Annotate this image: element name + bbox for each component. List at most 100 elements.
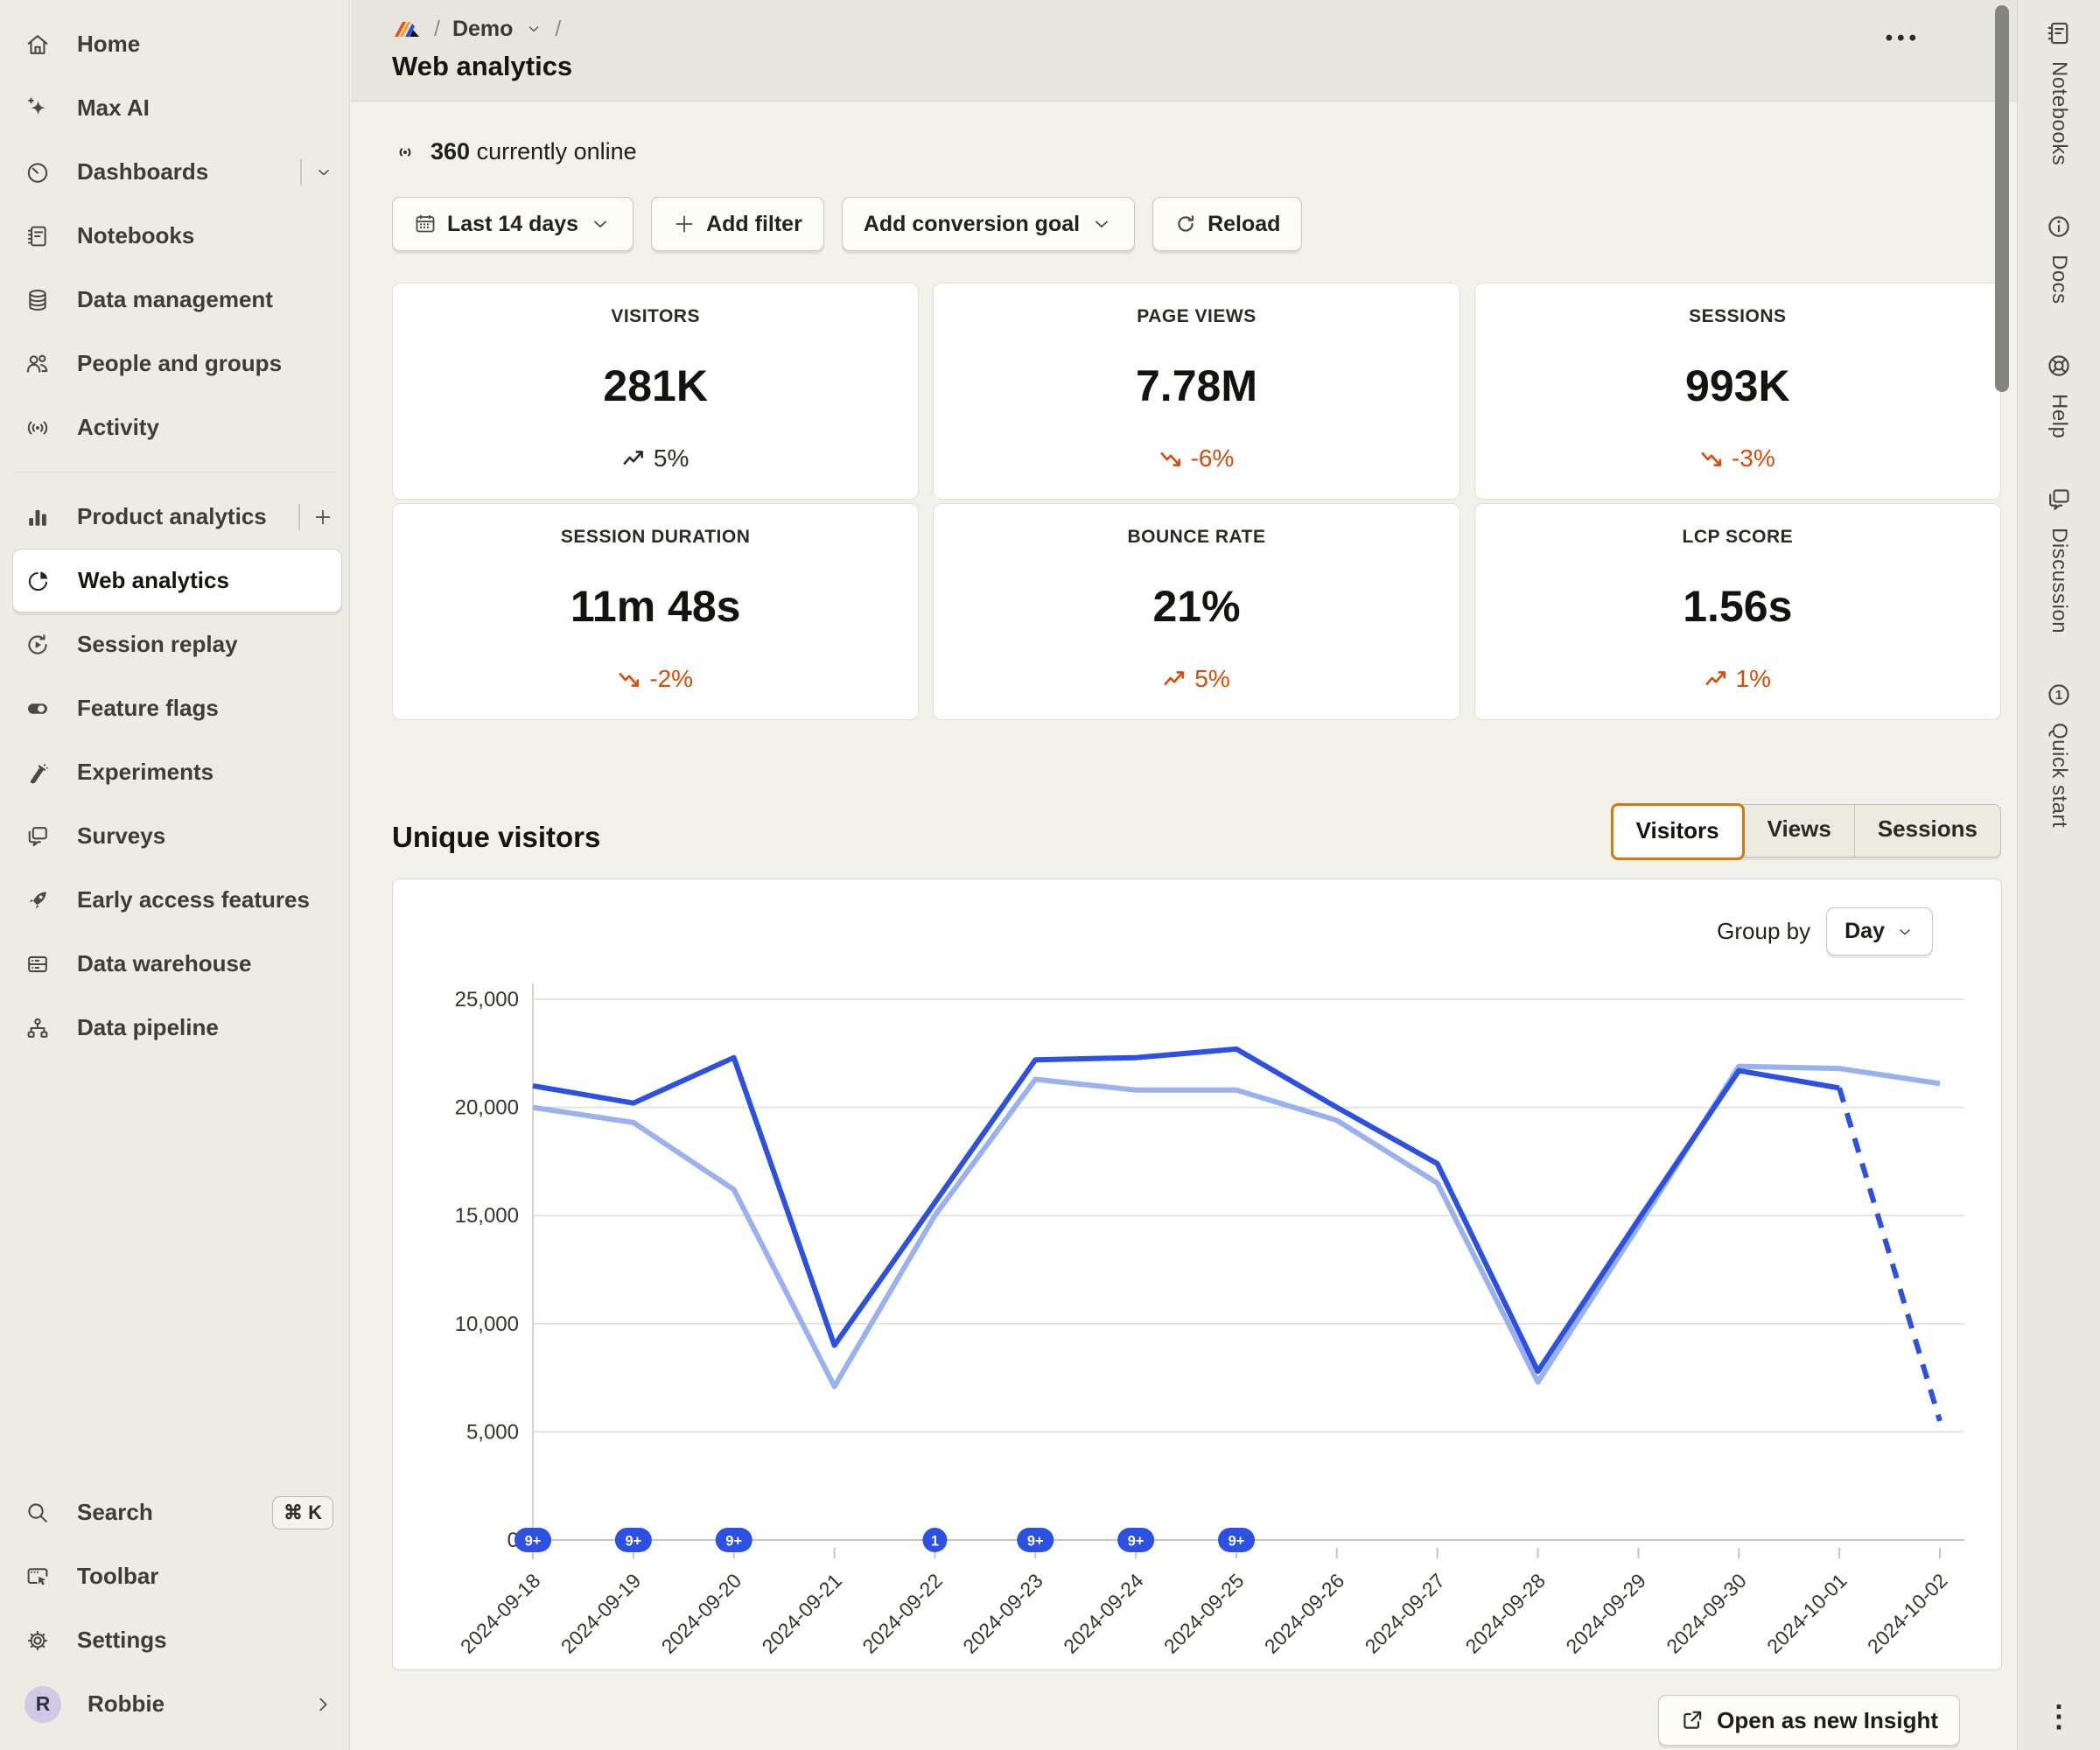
add-conversion-goal-button[interactable]: Add conversion goal — [842, 197, 1135, 251]
tab-sessions[interactable]: Sessions — [1855, 805, 2000, 857]
svg-text:2024-09-18: 2024-09-18 — [456, 1569, 545, 1658]
add-filter-button[interactable]: Add filter — [651, 197, 824, 251]
tile-value: 281K — [603, 360, 708, 411]
breadcrumb-project[interactable]: Demo — [452, 17, 513, 42]
svg-text:2024-09-29: 2024-09-29 — [1561, 1569, 1650, 1658]
scrollbar[interactable] — [1995, 5, 2009, 392]
online-label: currently online — [477, 138, 637, 164]
sidebar-item-label: Toolbar — [77, 1563, 158, 1590]
sidebar-item-dashboards[interactable]: Dashboards — [12, 140, 342, 204]
trend-down-icon — [1159, 449, 1182, 468]
date-range-button[interactable]: Last 14 days — [392, 197, 634, 251]
svg-text:5,000: 5,000 — [466, 1420, 519, 1444]
tile-sessions[interactable]: SESSIONS 993K -3% — [1474, 283, 2001, 500]
sidebar-item-toolbar[interactable]: Toolbar — [12, 1544, 342, 1608]
unique-visitors-chart[interactable]: 05,00010,00015,00020,00025,0002024-09-18… — [393, 879, 2001, 1670]
live-icon — [392, 139, 418, 165]
sidebar-item-label: Data management — [77, 286, 273, 313]
chevron-down-icon — [314, 163, 333, 182]
sidebar-item-early-access[interactable]: Early access features — [12, 868, 342, 932]
sidebar-item-people-and-groups[interactable]: People and groups — [12, 332, 342, 396]
svg-text:15,000: 15,000 — [455, 1204, 519, 1228]
right-rail: Notebooks Docs Help Discussion 1 Quick s… — [2017, 0, 2100, 1750]
annotation-badge: 1 — [922, 1528, 947, 1552]
trend-down-icon — [618, 669, 640, 689]
svg-text:2024-09-22: 2024-09-22 — [858, 1569, 947, 1658]
sidebar-item-session-replay[interactable]: Session replay — [12, 612, 342, 676]
sidebar-item-notebooks[interactable]: Notebooks — [12, 204, 342, 268]
svg-text:2024-09-28: 2024-09-28 — [1461, 1569, 1550, 1658]
tile-value: 21% — [1152, 581, 1240, 632]
group-by-label: Group by — [1717, 918, 1810, 945]
plus-icon — [312, 507, 333, 528]
sidebar-item-label: Product analytics — [77, 503, 267, 530]
tile-delta: -6% — [1159, 444, 1235, 472]
tile-value: 993K — [1685, 360, 1790, 411]
calendar-icon — [414, 213, 437, 235]
sidebar: Home Max AI Dashboards Notebooks Data ma… — [0, 0, 350, 1750]
annotation-badge: 9+ — [1218, 1528, 1255, 1552]
top-bar: / Demo / Web analytics ••• — [351, 0, 2017, 102]
tile-bounce-rate[interactable]: BOUNCE RATE 21% 5% — [933, 503, 1460, 720]
tile-delta: 5% — [1163, 665, 1229, 693]
online-count: 360 — [430, 138, 470, 164]
svg-text:2024-09-19: 2024-09-19 — [556, 1569, 646, 1658]
annotation-badge: 9+ — [1017, 1528, 1054, 1552]
section-title: Unique visitors — [392, 821, 600, 858]
rail-item-label: Help — [2047, 394, 2071, 438]
sidebar-item-data-management[interactable]: Data management — [12, 268, 342, 332]
rail-item-discussion[interactable]: Discussion — [2045, 486, 2073, 634]
external-link-icon — [1680, 1708, 1704, 1732]
tab-views[interactable]: Views — [1745, 805, 1855, 857]
tile-session-duration[interactable]: SESSION DURATION 11m 48s -2% — [392, 503, 919, 720]
sidebar-item-data-warehouse[interactable]: Data warehouse — [12, 932, 342, 996]
sidebar-item-label: Early access features — [77, 886, 310, 914]
posthog-logo-icon[interactable] — [392, 16, 422, 42]
tile-label: VISITORS — [611, 306, 700, 327]
group-by-button[interactable]: Day — [1826, 907, 1933, 956]
sidebar-item-label: Web analytics — [78, 567, 229, 594]
tile-label: SESSIONS — [1689, 306, 1786, 327]
svg-text:2024-09-20: 2024-09-20 — [657, 1569, 746, 1658]
server-icon — [24, 951, 51, 977]
annotation-badge: 9+ — [1117, 1528, 1154, 1552]
sidebar-item-label: Robbie — [88, 1690, 164, 1718]
sidebar-item-label: Feature flags — [77, 695, 219, 722]
sidebar-item-experiments[interactable]: Experiments — [12, 740, 342, 804]
activity-icon — [24, 415, 51, 441]
rail-item-docs[interactable]: Docs — [2045, 213, 2073, 304]
sparkle-icon — [24, 95, 51, 122]
sidebar-item-product-analytics[interactable]: Product analytics — [12, 485, 342, 549]
tile-delta: 1% — [1704, 665, 1771, 693]
sidebar-item-settings[interactable]: Settings — [12, 1608, 342, 1672]
open-as-new-insight-button[interactable]: Open as new Insight — [1658, 1695, 1960, 1746]
sidebar-item-feature-flags[interactable]: Feature flags — [12, 676, 342, 740]
sidebar-item-account[interactable]: R Robbie — [12, 1672, 342, 1736]
rail-item-quick-start[interactable]: 1 Quick start — [2045, 681, 2073, 828]
svg-text:2024-09-27: 2024-09-27 — [1361, 1569, 1450, 1658]
rail-item-notebooks[interactable]: Notebooks — [2045, 19, 2073, 165]
sidebar-item-web-analytics[interactable]: Web analytics — [12, 549, 342, 612]
sidebar-item-home[interactable]: Home — [12, 12, 342, 76]
sidebar-item-surveys[interactable]: Surveys — [12, 804, 342, 868]
rail-more-menu[interactable]: ⋮ — [2018, 1699, 2100, 1734]
search-shortcut-badge: ⌘ K — [272, 1496, 333, 1530]
chevron-down-icon — [589, 213, 612, 235]
trend-down-icon — [1700, 449, 1723, 468]
tile-visitors[interactable]: VISITORS 281K 5% — [392, 283, 919, 500]
sidebar-item-label: Search — [77, 1499, 153, 1526]
tile-lcp-score[interactable]: LCP SCORE 1.56s 1% — [1474, 503, 2001, 720]
svg-text:10,000: 10,000 — [455, 1312, 519, 1336]
sidebar-bottom: Search ⌘ K Toolbar Settings R Robbie — [12, 1480, 342, 1736]
bar-chart-icon — [24, 504, 51, 530]
sidebar-item-activity[interactable]: Activity — [12, 396, 342, 459]
reload-button[interactable]: Reload — [1152, 197, 1302, 251]
group-by-control: Group by Day — [1717, 907, 1933, 956]
sidebar-item-data-pipeline[interactable]: Data pipeline — [12, 996, 342, 1060]
sidebar-item-search[interactable]: Search ⌘ K — [12, 1480, 342, 1544]
rail-item-help[interactable]: Help — [2045, 352, 2073, 438]
tab-visitors[interactable]: Visitors — [1611, 803, 1745, 860]
tile-page-views[interactable]: PAGE VIEWS 7.78M -6% — [933, 283, 1460, 500]
sidebar-item-max-ai[interactable]: Max AI — [12, 76, 342, 140]
more-menu-button[interactable]: ••• — [1886, 26, 1921, 51]
